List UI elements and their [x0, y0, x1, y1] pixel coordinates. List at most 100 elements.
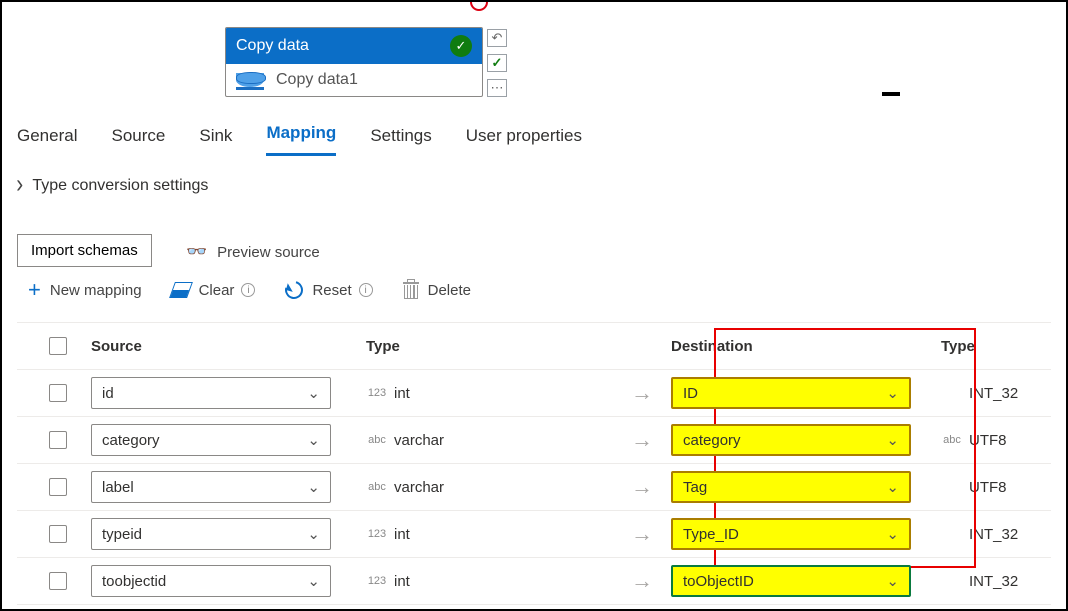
chevron-down-icon: ⌄ — [307, 525, 320, 543]
source-value: typeid — [102, 526, 307, 543]
source-value: label — [102, 479, 307, 496]
preview-source-link[interactable]: 👓 Preview source — [186, 242, 320, 262]
annotation-circle — [470, 0, 488, 11]
source-type: int — [394, 385, 410, 402]
chevron-right-icon — [17, 177, 22, 195]
tab-bar: General Source Sink Mapping Settings Use… — [17, 122, 582, 156]
preview-source-label: Preview source — [217, 244, 320, 261]
destination-value: category — [683, 432, 886, 449]
source-select[interactable]: label ⌄ — [91, 471, 331, 503]
table-header-row: Source Type Destination Type — [17, 323, 1051, 370]
tab-source[interactable]: Source — [111, 126, 165, 156]
info-icon: i — [359, 283, 373, 297]
database-icon — [236, 70, 264, 90]
tab-general[interactable]: General — [17, 126, 77, 156]
delete-button[interactable]: Delete — [403, 282, 471, 299]
success-badge-icon: ✓ — [450, 35, 472, 57]
arrow-icon: → — [631, 568, 671, 594]
tab-sink[interactable]: Sink — [199, 126, 232, 156]
col-type: Type — [366, 338, 631, 355]
reset-icon — [282, 278, 307, 303]
tab-mapping[interactable]: Mapping — [266, 123, 336, 156]
clear-button[interactable]: Clear i — [172, 282, 256, 299]
pipeline-node[interactable]: Copy data ✓ Copy data1 — [225, 27, 483, 97]
source-value: id — [102, 385, 307, 402]
tab-settings[interactable]: Settings — [370, 126, 431, 156]
reset-label: Reset — [312, 282, 351, 299]
chevron-down-icon: ⌄ — [307, 478, 320, 496]
source-type: int — [394, 573, 410, 590]
eraser-icon — [169, 282, 193, 298]
destination-type: UTF8 — [969, 432, 1007, 449]
col-destination: Destination — [671, 338, 941, 355]
tab-user-properties[interactable]: User properties — [466, 126, 582, 156]
source-type: varchar — [394, 432, 444, 449]
destination-value: Tag — [683, 479, 886, 496]
arrow-icon: → — [631, 474, 671, 500]
source-value: category — [102, 432, 307, 449]
destination-value: toObjectID — [683, 573, 886, 590]
table-row: toobjectid ⌄ 123 int → toObjectID ⌄ INT_… — [17, 558, 1051, 605]
type-icon: abc — [366, 434, 388, 446]
destination-type: INT_32 — [969, 385, 1018, 402]
destination-select[interactable]: category ⌄ — [671, 424, 911, 456]
destination-type: INT_32 — [969, 573, 1018, 590]
source-value: toobjectid — [102, 573, 307, 590]
table-row: id ⌄ 123 int → ID ⌄ INT_32 — [17, 370, 1051, 417]
node-subtitle: Copy data1 — [276, 71, 358, 89]
source-select[interactable]: category ⌄ — [91, 424, 331, 456]
chevron-down-icon: ⌄ — [886, 384, 899, 402]
chevron-down-icon: ⌄ — [307, 572, 320, 590]
row-checkbox[interactable] — [49, 525, 67, 543]
source-select[interactable]: typeid ⌄ — [91, 518, 331, 550]
table-row: label ⌄ abc varchar → Tag ⌄ UTF8 — [17, 464, 1051, 511]
chevron-down-icon: ⌄ — [886, 478, 899, 496]
destination-select[interactable]: Type_ID ⌄ — [671, 518, 911, 550]
import-schemas-button[interactable]: Import schemas — [17, 234, 152, 267]
info-icon: i — [241, 283, 255, 297]
table-row: category ⌄ abc varchar → category ⌄ abc … — [17, 417, 1051, 464]
check-icon[interactable]: ✓ — [487, 54, 507, 72]
destination-value: ID — [683, 385, 886, 402]
row-checkbox[interactable] — [49, 384, 67, 402]
destination-select[interactable]: ID ⌄ — [671, 377, 911, 409]
destination-select[interactable]: Tag ⌄ — [671, 471, 911, 503]
type-icon: 123 — [366, 387, 388, 399]
reset-button[interactable]: Reset i — [285, 281, 372, 299]
new-mapping-button[interactable]: + New mapping — [28, 277, 142, 303]
chevron-down-icon: ⌄ — [886, 431, 899, 449]
trash-icon — [403, 282, 419, 299]
undo-icon[interactable]: ↶ — [487, 29, 507, 47]
new-mapping-label: New mapping — [50, 282, 142, 299]
row-checkbox[interactable] — [49, 572, 67, 590]
source-select[interactable]: toobjectid ⌄ — [91, 565, 331, 597]
col-type2: Type — [941, 338, 1051, 355]
delete-label: Delete — [428, 282, 471, 299]
source-type: int — [394, 526, 410, 543]
more-icon[interactable]: ⋯ — [487, 79, 507, 97]
arrow-icon: → — [631, 427, 671, 453]
plus-icon: + — [28, 277, 41, 303]
arrow-icon: → — [631, 521, 671, 547]
table-row: typeid ⌄ 123 int → Type_ID ⌄ INT_32 — [17, 511, 1051, 558]
divider-mark — [882, 92, 900, 96]
destination-type: INT_32 — [969, 526, 1018, 543]
node-title: Copy data — [236, 37, 309, 55]
type-icon: abc — [366, 481, 388, 493]
destination-select[interactable]: toObjectID ⌄ — [671, 565, 911, 597]
type-icon: abc — [941, 434, 963, 446]
arrow-icon: → — [631, 380, 671, 406]
chevron-down-icon: ⌄ — [886, 525, 899, 543]
select-all-checkbox[interactable] — [49, 337, 67, 355]
type-icon: 123 — [366, 575, 388, 587]
clear-label: Clear — [199, 282, 235, 299]
chevron-down-icon: ⌄ — [307, 431, 320, 449]
source-type: varchar — [394, 479, 444, 496]
type-conversion-expander[interactable]: Type conversion settings — [17, 177, 208, 195]
destination-type: UTF8 — [969, 479, 1007, 496]
destination-value: Type_ID — [683, 526, 886, 543]
glasses-icon: 👓 — [186, 242, 207, 262]
row-checkbox[interactable] — [49, 431, 67, 449]
source-select[interactable]: id ⌄ — [91, 377, 331, 409]
row-checkbox[interactable] — [49, 478, 67, 496]
